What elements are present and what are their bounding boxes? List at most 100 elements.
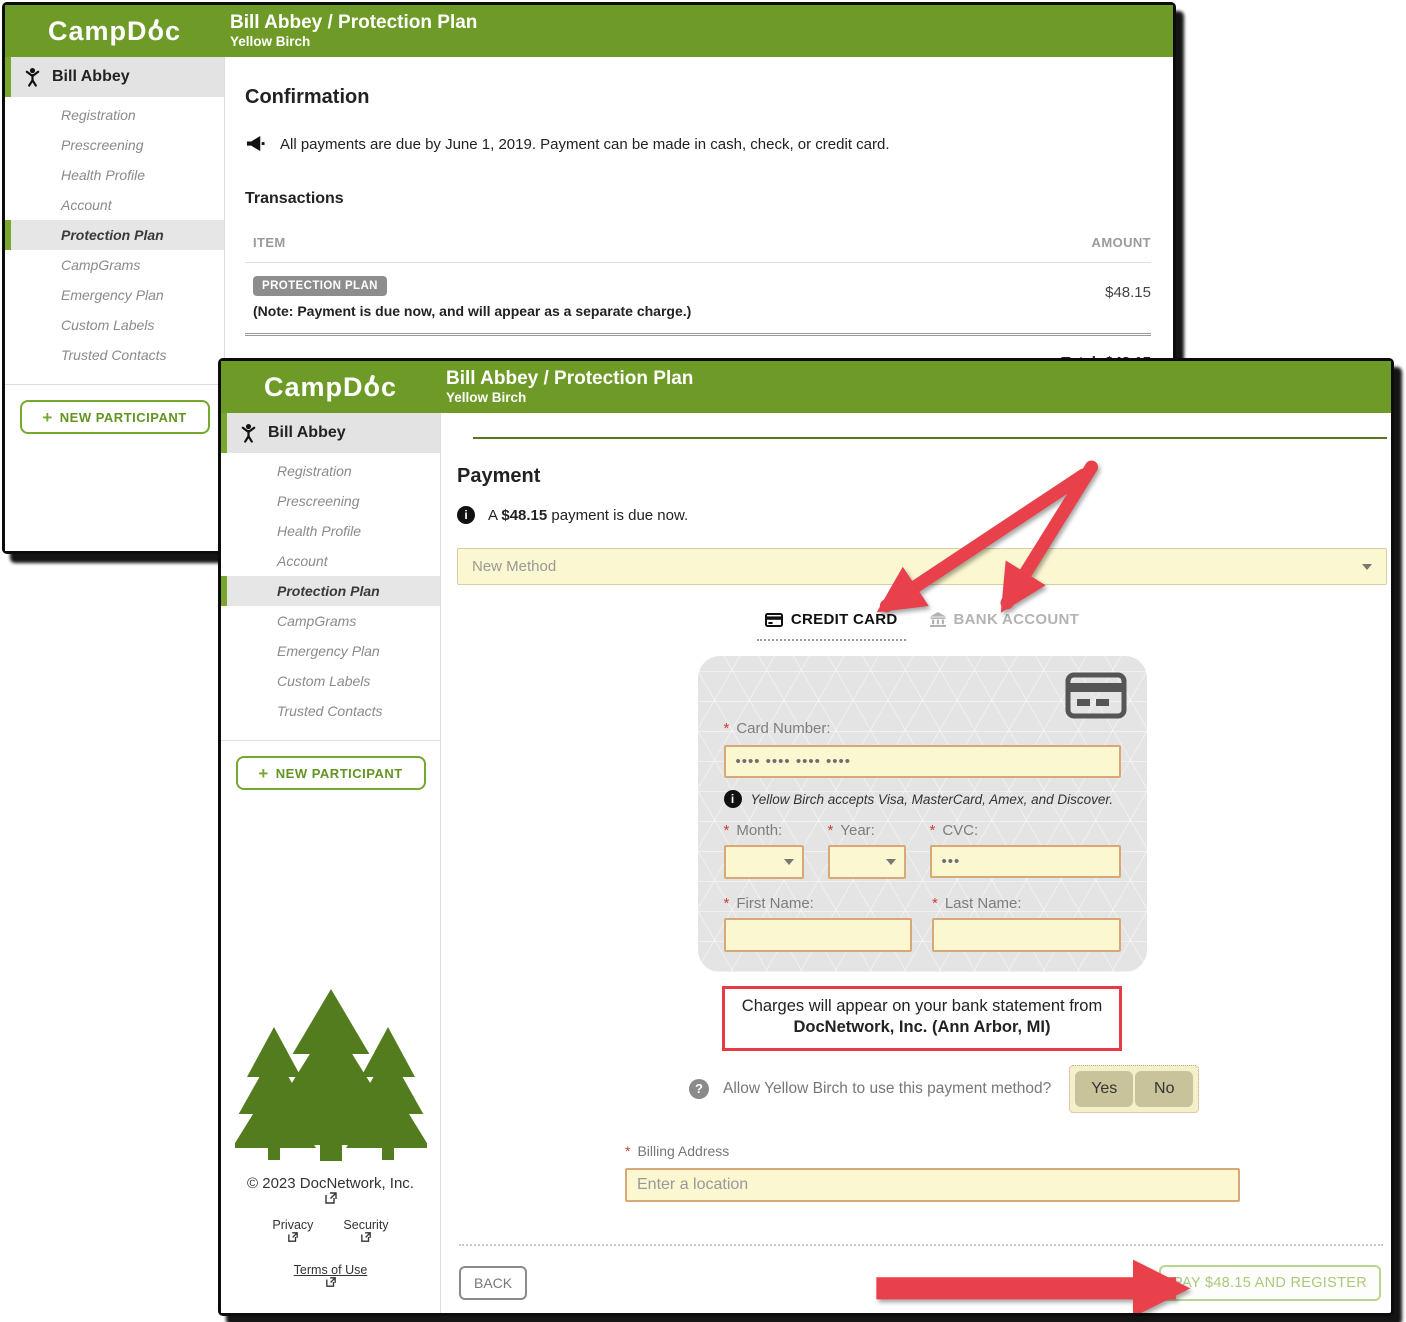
info-icon: i (724, 790, 742, 808)
campdoc-logo: CampDoc (221, 372, 440, 403)
tab-credit-card[interactable]: CREDIT CARD (765, 611, 898, 628)
yes-no-toggle: Yes No (1069, 1065, 1199, 1113)
question-icon: ? (689, 1079, 709, 1099)
chevron-down-icon (886, 859, 896, 865)
sidebar-item-account[interactable]: Account (5, 190, 224, 220)
sidebar-item-campgrams[interactable]: CampGrams (5, 250, 224, 280)
allow-question: Allow Yellow Birch to use this payment m… (723, 1080, 1051, 1098)
security-link[interactable]: Security (343, 1218, 388, 1256)
privacy-link[interactable]: Privacy (272, 1218, 313, 1256)
back-button[interactable]: BACK (459, 1266, 527, 1300)
sidebar-item-campgrams[interactable]: CampGrams (221, 606, 440, 636)
billing-address-input[interactable] (625, 1168, 1240, 1202)
sidebar-divider (221, 740, 440, 741)
confirmation-heading: Confirmation (245, 86, 1151, 109)
sidebar-item-protection-plan[interactable]: Protection Plan (221, 576, 440, 606)
external-link-icon (361, 1232, 371, 1242)
person-icon (239, 423, 258, 443)
sidebar-item-health-profile[interactable]: Health Profile (5, 160, 224, 190)
payment-heading: Payment (457, 465, 1387, 488)
card-number-input[interactable] (724, 745, 1121, 778)
tab-bank-account[interactable]: BANK ACCOUNT (930, 611, 1080, 628)
participant-name: Bill Abbey (52, 68, 130, 86)
transactions-heading: Transactions (245, 190, 1151, 208)
sidebar-item-prescreening[interactable]: Prescreening (5, 130, 224, 160)
credit-card-icon (765, 613, 783, 627)
terms-of-use-link[interactable]: Terms of Use (221, 1263, 440, 1287)
billing-address-label: *Billing Address (625, 1143, 1387, 1159)
campdoc-logo: CampDoc (5, 16, 224, 47)
column-item: ITEM (253, 235, 286, 250)
sidebar-item-emergency-plan[interactable]: Emergency Plan (5, 280, 224, 310)
last-name-input[interactable] (932, 918, 1121, 952)
participant-header[interactable]: Bill Abbey (5, 57, 224, 97)
cvc-input[interactable] (930, 845, 1121, 878)
yes-button[interactable]: Yes (1075, 1071, 1133, 1107)
payment-content: Payment i A $48.15 payment is due now. N… (441, 413, 1391, 1313)
due-amount: $48.15 (501, 507, 547, 524)
page-subtitle: Yellow Birch (230, 34, 477, 50)
sidebar-item-health-profile[interactable]: Health Profile (221, 516, 440, 546)
row-amount: $48.15 (1105, 276, 1151, 319)
sidebar-item-protection-plan[interactable]: Protection Plan (5, 220, 224, 250)
participant-header[interactable]: Bill Abbey (221, 413, 440, 453)
sidebar-item-registration[interactable]: Registration (5, 100, 224, 130)
sidebar-item-trusted-contacts[interactable]: Trusted Contacts (5, 340, 224, 370)
megaphone-icon (245, 135, 266, 154)
app-header: CampDoc Bill Abbey / Protection Plan Yel… (5, 5, 1173, 57)
copyright-link[interactable]: © 2023 DocNetwork, Inc. (221, 1175, 440, 1204)
chevron-down-icon (1362, 564, 1372, 570)
allow-payment-method-row: ? Allow Yellow Birch to use this payment… (689, 1065, 1387, 1113)
sidebar-item-custom-labels[interactable]: Custom Labels (5, 310, 224, 340)
chevron-down-icon (784, 859, 794, 865)
page-title: Bill Abbey / Protection Plan (446, 368, 693, 391)
sidebar: Bill Abbey Registration Prescreening Hea… (221, 413, 441, 1313)
cvc-label: *CVC: (930, 822, 1121, 839)
payments-due-notice: All payments are due by June 1, 2019. Pa… (245, 135, 1151, 154)
footer-divider (459, 1244, 1383, 1246)
page-subtitle: Yellow Birch (446, 390, 693, 406)
external-link-icon (325, 1192, 337, 1204)
first-name-input[interactable] (724, 918, 913, 952)
month-select[interactable] (724, 845, 804, 879)
new-participant-button[interactable]: + NEW PARTICIPANT (20, 400, 210, 434)
sidebar-item-registration[interactable]: Registration (221, 456, 440, 486)
sidebar-item-custom-labels[interactable]: Custom Labels (221, 666, 440, 696)
external-link-icon (326, 1277, 336, 1287)
app-header: CampDoc Bill Abbey / Protection Plan Yel… (221, 361, 1391, 413)
accepted-cards-note: i Yellow Birch accepts Visa, MasterCard,… (724, 790, 1121, 808)
protection-plan-badge: PROTECTION PLAN (253, 276, 387, 296)
first-name-label: *First Name: (724, 895, 913, 912)
sidebar-item-emergency-plan[interactable]: Emergency Plan (221, 636, 440, 666)
new-participant-button[interactable]: + NEW PARTICIPANT (236, 756, 426, 790)
trees-logo (235, 989, 427, 1161)
row-note: (Note: Payment is due now, and will appe… (253, 303, 691, 319)
month-label: *Month: (724, 822, 804, 839)
column-amount: AMOUNT (1092, 235, 1151, 250)
person-icon (23, 67, 42, 87)
external-link-icon (288, 1232, 298, 1242)
active-tab-underline (757, 639, 906, 641)
sidebar-footer: © 2023 DocNetwork, Inc. Privacy Security… (221, 989, 440, 1313)
sidebar-item-prescreening[interactable]: Prescreening (221, 486, 440, 516)
plus-icon: + (42, 409, 52, 426)
no-button[interactable]: No (1135, 1071, 1193, 1107)
sidebar-item-account[interactable]: Account (221, 546, 440, 576)
payment-due-notice: i A $48.15 payment is due now. (457, 506, 1387, 524)
bank-icon (930, 612, 946, 627)
card-number-label: *Card Number: (724, 720, 1121, 737)
pay-and-register-button[interactable]: PAY $48.15 AND REGISTER (1159, 1265, 1381, 1301)
year-select[interactable] (828, 845, 906, 879)
payment-window: CampDoc Bill Abbey / Protection Plan Yel… (218, 358, 1394, 1316)
info-icon: i (457, 506, 475, 524)
payment-method-tabs: CREDIT CARD BANK ACCOUNT (457, 611, 1387, 628)
plus-icon: + (258, 765, 268, 782)
sidebar-item-trusted-contacts[interactable]: Trusted Contacts (221, 696, 440, 726)
credit-card-form-panel: *Card Number: i Yellow Birch accepts Vis… (698, 656, 1147, 972)
payment-method-select[interactable]: New Method (457, 548, 1387, 585)
participant-name: Bill Abbey (268, 424, 346, 442)
sidebar: Bill Abbey Registration Prescreening Hea… (5, 57, 225, 551)
sidebar-divider (5, 384, 224, 385)
credit-card-icon (1065, 672, 1127, 719)
table-row: PROTECTION PLAN (Note: Payment is due no… (245, 263, 1151, 336)
